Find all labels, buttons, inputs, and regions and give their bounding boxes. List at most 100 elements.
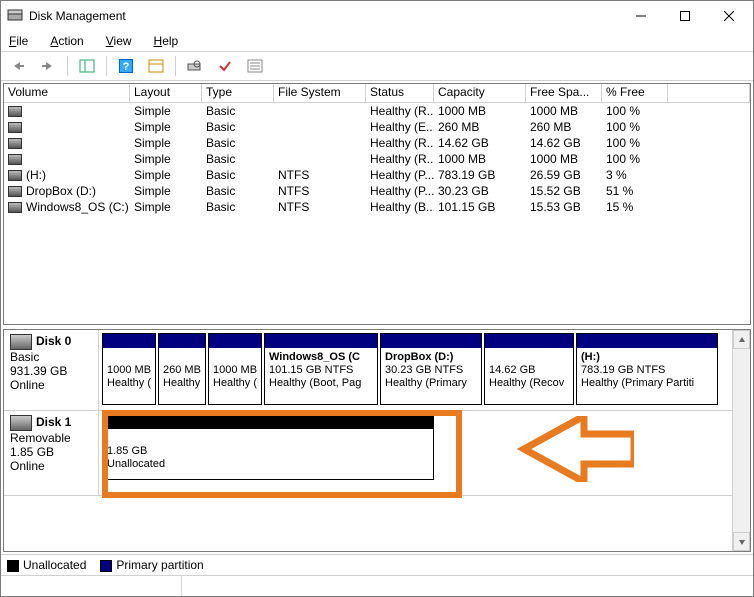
volume-row[interactable]: SimpleBasicHealthy (R...14.62 GB14.62 GB… — [4, 135, 750, 151]
cell-status: Healthy (E... — [366, 120, 434, 134]
scroll-down-button[interactable] — [733, 532, 750, 551]
col-type[interactable]: Type — [202, 84, 274, 102]
volume-icon — [8, 170, 22, 181]
partition-block[interactable]: Windows8_OS (C101.15 GB NTFSHealthy (Boo… — [264, 333, 378, 405]
volume-icon — [8, 186, 22, 197]
minimize-button[interactable] — [619, 2, 663, 30]
disk-graphical-view: Disk 0Basic931.39 GBOnline 1000 MBHealth… — [3, 329, 751, 552]
help-button[interactable]: ? — [113, 54, 139, 78]
col-capacity[interactable]: Capacity — [434, 84, 526, 102]
partition-size: 1.85 GB — [107, 445, 429, 458]
disk-header[interactable]: Disk 1Removable1.85 GBOnline — [4, 411, 99, 495]
col-free[interactable]: Free Spa... — [526, 84, 602, 102]
disk-size: 1.85 GB — [10, 445, 92, 459]
find-button[interactable] — [182, 54, 208, 78]
col-status[interactable]: Status — [366, 84, 434, 102]
partition-block[interactable]: DropBox (D:)30.23 GB NTFSHealthy (Primar… — [380, 333, 482, 405]
cell-fs: NTFS — [274, 200, 366, 214]
close-button[interactable] — [707, 2, 751, 30]
col-layout[interactable]: Layout — [130, 84, 202, 102]
cell-type: Basic — [202, 104, 274, 118]
cell-status: Healthy (R... — [366, 104, 434, 118]
menu-file[interactable]: File — [5, 33, 32, 49]
partition-block[interactable]: 1000 MBHealthy (R — [102, 333, 156, 405]
check-button[interactable] — [212, 54, 238, 78]
volume-row[interactable]: SimpleBasicHealthy (E...260 MB260 MB100 … — [4, 119, 750, 135]
settings-button[interactable] — [143, 54, 169, 78]
list-button[interactable] — [242, 54, 268, 78]
volume-icon — [8, 154, 22, 165]
volume-row[interactable]: (H:)SimpleBasicNTFSHealthy (P...783.19 G… — [4, 167, 750, 183]
menu-help[interactable]: Help — [150, 33, 183, 49]
forward-button[interactable] — [35, 54, 61, 78]
cell-capacity: 30.23 GB — [434, 184, 526, 198]
disk-graphical-scroll[interactable]: Disk 0Basic931.39 GBOnline 1000 MBHealth… — [4, 330, 732, 551]
menu-view[interactable]: View — [102, 33, 136, 49]
col-volume[interactable]: Volume — [4, 84, 130, 102]
cell-layout: Simple — [130, 120, 202, 134]
scroll-track[interactable] — [733, 349, 750, 532]
volume-list-header: Volume Layout Type File System Status Ca… — [4, 84, 750, 103]
partition-cap — [209, 334, 261, 348]
volume-list-body[interactable]: SimpleBasicHealthy (R...1000 MB1000 MB10… — [4, 103, 750, 324]
cell-free: 1000 MB — [526, 152, 602, 166]
disk-row: Disk 0Basic931.39 GBOnline 1000 MBHealth… — [4, 330, 732, 411]
disk-icon — [10, 334, 32, 350]
cell-pct: 51 % — [602, 184, 668, 198]
partition-status: Healthy (Recov — [489, 377, 569, 390]
volume-name: Windows8_OS (C:) — [26, 200, 129, 214]
partition-status: Healthy (Primary Partiti — [581, 377, 713, 390]
cell-pct: 100 % — [602, 120, 668, 134]
volume-row[interactable]: SimpleBasicHealthy (R...1000 MB1000 MB10… — [4, 103, 750, 119]
volume-row[interactable]: Windows8_OS (C:)SimpleBasicNTFSHealthy (… — [4, 199, 750, 215]
cell-free: 1000 MB — [526, 104, 602, 118]
volume-row[interactable]: SimpleBasicHealthy (R...1000 MB1000 MB10… — [4, 151, 750, 167]
cell-status: Healthy (R... — [366, 152, 434, 166]
partition-block[interactable]: 14.62 GBHealthy (Recov — [484, 333, 574, 405]
maximize-button[interactable] — [663, 2, 707, 30]
partition-body: (H:)783.19 GB NTFSHealthy (Primary Parti… — [577, 348, 717, 394]
cell-layout: Simple — [130, 200, 202, 214]
partition-body: 1.85 GBUnallocated — [103, 429, 433, 475]
partition-body: 1000 MBHealthy (R — [103, 348, 155, 394]
col-filesystem[interactable]: File System — [274, 84, 366, 102]
cell-type: Basic — [202, 168, 274, 182]
partition-body: DropBox (D:)30.23 GB NTFSHealthy (Primar… — [381, 348, 481, 394]
disk-state: Online — [10, 459, 92, 473]
volume-icon — [8, 202, 22, 213]
volume-list[interactable]: Volume Layout Type File System Status Ca… — [3, 83, 751, 325]
partition-title: DropBox (D:) — [385, 351, 477, 364]
menu-bar: File Action View Help — [1, 31, 753, 51]
partition-cap — [265, 334, 377, 348]
swatch-unallocated-icon — [7, 560, 19, 572]
cell-free: 15.52 GB — [526, 184, 602, 198]
legend: Unallocated Primary partition — [1, 554, 753, 575]
cell-type: Basic — [202, 184, 274, 198]
cell-type: Basic — [202, 152, 274, 166]
cell-layout: Simple — [130, 136, 202, 150]
partition-title: Windows8_OS (C — [269, 351, 373, 364]
back-button[interactable] — [5, 54, 31, 78]
menu-action[interactable]: Action — [46, 33, 87, 49]
partition-size: 14.62 GB — [489, 364, 569, 377]
scroll-up-button[interactable] — [733, 330, 750, 349]
cell-capacity: 14.62 GB — [434, 136, 526, 150]
partition-block[interactable]: 1000 MBHealthy (R — [208, 333, 262, 405]
col-pct[interactable]: % Free — [602, 84, 668, 102]
partition-block[interactable]: (H:)783.19 GB NTFSHealthy (Primary Parti… — [576, 333, 718, 405]
cell-status: Healthy (P... — [366, 168, 434, 182]
show-hide-button[interactable] — [74, 54, 100, 78]
volume-row[interactable]: DropBox (D:)SimpleBasicNTFSHealthy (P...… — [4, 183, 750, 199]
cell-layout: Simple — [130, 152, 202, 166]
partition-block[interactable]: 1.85 GBUnallocated — [102, 414, 434, 480]
volume-icon — [8, 106, 22, 117]
disk-header[interactable]: Disk 0Basic931.39 GBOnline — [4, 330, 99, 410]
partition-cap — [577, 334, 717, 348]
partition-block[interactable]: 260 MBHealthy — [158, 333, 206, 405]
disk-label: Disk 0 — [36, 334, 71, 348]
volume-name: (H:) — [26, 168, 46, 182]
disk-type: Basic — [10, 350, 92, 364]
partition-status: Unallocated — [107, 458, 429, 471]
vertical-scrollbar[interactable] — [732, 330, 750, 551]
cell-capacity: 1000 MB — [434, 104, 526, 118]
